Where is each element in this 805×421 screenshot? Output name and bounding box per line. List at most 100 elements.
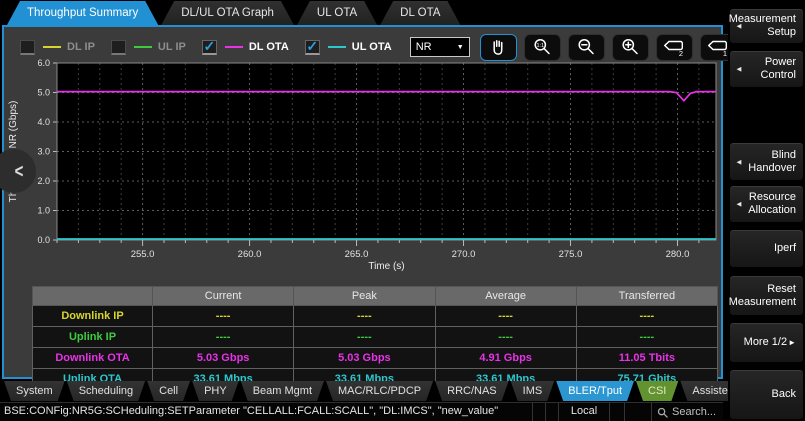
column-header-peak: Peak	[294, 287, 435, 306]
cell-peak: 5.03 Gbps	[294, 348, 435, 369]
dl-ota-color-swatch	[225, 46, 243, 48]
dl-ip-color-swatch	[43, 46, 61, 48]
tab-throughput-summary[interactable]: Throughput Summary	[7, 1, 158, 25]
y-tick-label: 1.0	[37, 206, 50, 216]
y-tick-label: 5.0	[37, 88, 50, 98]
cell-transferred: ----	[576, 306, 717, 327]
left-arrow-icon: ◄	[735, 20, 743, 33]
marker-1-icon: 1	[706, 37, 730, 57]
column-header-current: Current	[153, 287, 294, 306]
table-row-downlink-ota: Downlink OTA 5.03 Gbps 5.03 Gbps 4.91 Gb…	[33, 348, 718, 369]
cell-current: ----	[153, 327, 294, 348]
cell-current: 5.03 Gbps	[153, 348, 294, 369]
status-cell	[545, 403, 558, 421]
tab-cell[interactable]: Cell	[147, 381, 190, 401]
ul-ota-checkbox[interactable]: ✓	[305, 40, 320, 55]
sidebar-button-power-control[interactable]: ◄ Power Control	[729, 50, 804, 88]
tab-scheduling[interactable]: Scheduling	[67, 381, 145, 401]
sidebar-button-label: Back	[772, 388, 796, 401]
x-tick-label: 255.0	[131, 249, 155, 260]
status-cell	[624, 403, 651, 421]
table-header-row: Current Peak Average Transferred	[33, 287, 718, 306]
zoom-out-icon	[576, 37, 596, 57]
chevron-left-icon: <	[15, 160, 24, 182]
throughput-summary-panel: DL IP UL IP ✓ DL OTA ✓ UL OTA NR ▼	[2, 25, 723, 379]
dl-ip-checkbox[interactable]	[20, 40, 35, 55]
x-tick-label: 270.0	[452, 249, 476, 260]
tab-csi[interactable]: CSI	[636, 381, 678, 401]
hand-icon	[488, 37, 508, 57]
legend-item-ul-ota: ✓ UL OTA	[305, 40, 392, 55]
svg-text:1: 1	[723, 49, 727, 57]
tab-rrc-nas[interactable]: RRC/NAS	[435, 381, 509, 401]
legend-item-dl-ota: ✓ DL OTA	[202, 40, 289, 55]
sidebar-button-iperf[interactable]: Iperf	[729, 229, 804, 268]
x-axis-title: Time (s)	[368, 261, 404, 272]
zoom-one-to-one-icon: 1:1	[532, 37, 552, 57]
left-arrow-icon: ◄	[735, 155, 743, 168]
local-remote-indicator: Local	[558, 403, 609, 421]
search-box[interactable]: Search...	[651, 403, 723, 421]
ul-ota-label: UL OTA	[352, 41, 392, 53]
throughput-table: Current Peak Average Transferred Downlin…	[32, 286, 718, 390]
legend-item-dl-ip: DL IP	[20, 40, 95, 55]
left-arrow-icon: ◄	[735, 198, 743, 211]
sidebar-button-resource-allocation[interactable]: ◄ Resource Allocation	[729, 185, 804, 223]
status-bar: BSE:CONFig:NR5G:SCHeduling:SETParameter …	[0, 402, 723, 421]
sidebar-button-label: Iperf	[774, 242, 796, 255]
sidebar-button-label: Reset Measurement	[729, 283, 796, 309]
tab-dl-ota[interactable]: DL OTA	[380, 1, 460, 25]
row-label: Downlink OTA	[33, 348, 153, 369]
tab-ims[interactable]: IMS	[511, 381, 555, 401]
sidebar-button-label: More 1/2	[744, 336, 787, 349]
column-header-transferred: Transferred	[576, 287, 717, 306]
cell-transferred: 11.05 Tbits	[576, 348, 717, 369]
y-tick-label: 2.0	[37, 176, 50, 186]
search-placeholder: Search...	[672, 406, 716, 418]
cell-average: ----	[435, 306, 576, 327]
tab-bler-tput[interactable]: BLER/Tput	[556, 381, 634, 401]
ul-ip-color-swatch	[134, 46, 152, 48]
ul-ota-color-swatch	[328, 46, 346, 48]
throughput-chart[interactable]: 0.01.02.03.04.05.06.0255.0260.0265.0270.…	[4, 55, 720, 277]
x-tick-label: 265.0	[345, 249, 369, 260]
sidebar-button-measurement-setup[interactable]: ◄ Measurement Setup	[729, 8, 804, 44]
config-tab-bar: System Scheduling Cell PHY Beam Mgmt MAC…	[2, 381, 723, 401]
softkey-sidebar: ◄ Measurement Setup ◄ Power Control ◄ Bl…	[728, 0, 805, 421]
search-icon	[657, 407, 668, 418]
tab-beam-mgmt[interactable]: Beam Mgmt	[241, 381, 324, 401]
tab-phy[interactable]: PHY	[192, 381, 239, 401]
ul-ip-checkbox[interactable]	[111, 40, 126, 55]
sidebar-button-label: Blind Handover	[737, 149, 796, 175]
tab-mac-rlc-pdcp[interactable]: MAC/RLC/PDCP	[326, 381, 433, 401]
sidebar-button-back[interactable]: Back	[729, 369, 804, 420]
svg-text:1:1: 1:1	[537, 43, 545, 49]
cell-peak: ----	[294, 306, 435, 327]
dl-ota-checkbox[interactable]: ✓	[202, 40, 217, 55]
sidebar-button-label: Resource Allocation	[737, 191, 796, 217]
y-tick-label: 0.0	[37, 235, 50, 245]
cell-average: 4.91 Gbps	[435, 348, 576, 369]
sidebar-button-more[interactable]: More 1/2 ►	[729, 322, 804, 363]
sidebar-button-label: Power Control	[737, 56, 796, 82]
marker-2-icon: 2	[662, 37, 686, 57]
cell-current: ----	[153, 306, 294, 327]
tab-ul-ota[interactable]: UL OTA	[297, 1, 377, 25]
tab-dlul-ota-graph[interactable]: DL/UL OTA Graph	[161, 1, 294, 25]
right-arrow-icon: ►	[788, 336, 796, 349]
sidebar-button-reset-measurement[interactable]: Reset Measurement	[729, 275, 804, 316]
status-cell	[532, 403, 545, 421]
cell-transferred: ----	[576, 327, 717, 348]
x-tick-label: 280.0	[666, 249, 690, 260]
table-row-uplink-ip: Uplink IP ---- ---- ---- ----	[33, 327, 718, 348]
technology-dropdown[interactable]: NR ▼	[410, 37, 470, 57]
scpi-command-text: BSE:CONFig:NR5G:SCHeduling:SETParameter …	[0, 403, 532, 421]
sidebar-button-blind-handover[interactable]: ◄ Blind Handover	[729, 142, 804, 181]
table-row-downlink-ip: Downlink IP ---- ---- ---- ----	[33, 306, 718, 327]
x-tick-label: 275.0	[559, 249, 583, 260]
row-label: Uplink IP	[33, 327, 153, 348]
column-header-blank	[33, 287, 153, 306]
tab-system[interactable]: System	[4, 381, 65, 401]
status-cell	[609, 403, 624, 421]
dl-ota-label: DL OTA	[249, 41, 289, 53]
